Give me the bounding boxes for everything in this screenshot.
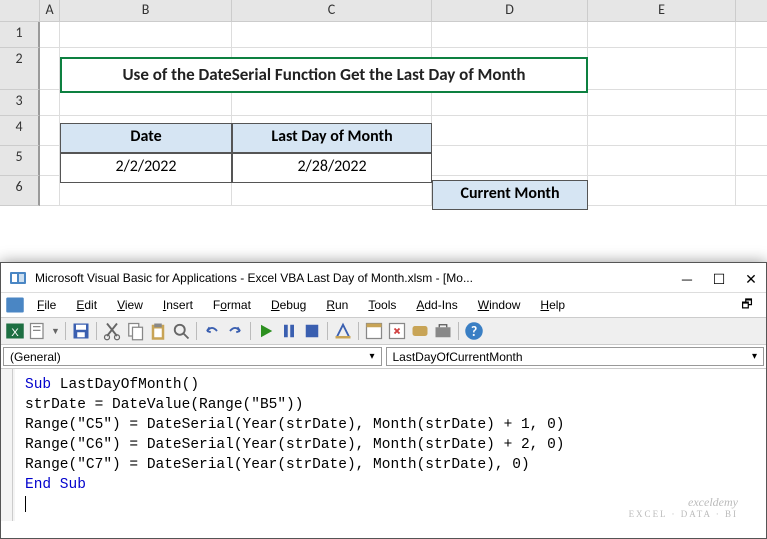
code-line-2: strDate = DateValue(Range("B5")): [25, 397, 303, 413]
header-last-day[interactable]: Last Day of Month: [232, 123, 432, 153]
excel-worksheet: A B C D E 1 2 3 4 5 6 Use of the DateSer…: [0, 0, 767, 262]
menu-debug[interactable]: Debug: [263, 296, 314, 314]
object-dropdown[interactable]: (General) ▾: [3, 347, 382, 366]
procedure-dropdown[interactable]: LastDayOfCurrentMonth ▾: [386, 347, 765, 366]
row-headers: 1 2 3 4 5 6: [0, 22, 40, 206]
menu-format[interactable]: Format: [205, 296, 259, 314]
row-header-5[interactable]: 5: [0, 146, 40, 176]
object-dropdown-value: (General): [10, 350, 61, 364]
col-header-e[interactable]: E: [588, 0, 736, 21]
text-cursor: [25, 496, 26, 512]
view-excel-icon[interactable]: X: [5, 321, 25, 341]
toolbox-icon[interactable]: [433, 321, 453, 341]
col-header-a[interactable]: A: [40, 0, 60, 21]
code-line-3: Range("C5") = DateSerial(Year(strDate), …: [25, 417, 565, 433]
watermark-main: exceldemy: [629, 495, 738, 509]
menu-tools[interactable]: Tools: [360, 296, 404, 314]
close-button[interactable]: ✕: [744, 271, 758, 285]
row-header-4[interactable]: 4: [0, 116, 40, 146]
chevron-down-icon: ▾: [752, 351, 757, 362]
insert-module-icon[interactable]: [28, 321, 48, 341]
column-headers: A B C D E: [0, 0, 767, 22]
svg-text:X: X: [11, 327, 19, 339]
vbe-window: Microsoft Visual Basic for Applications …: [0, 262, 767, 539]
header-current-month[interactable]: Current Month: [432, 180, 588, 210]
project-explorer-icon[interactable]: [364, 321, 384, 341]
cell-last-day-value[interactable]: 2/28/2022: [232, 153, 432, 183]
reset-icon[interactable]: [302, 321, 322, 341]
menu-addins[interactable]: Add-Ins: [408, 296, 465, 314]
help-icon[interactable]: ?: [464, 321, 484, 341]
minimize-button[interactable]: —: [680, 271, 694, 285]
code-line-5: Range("C7") = DateSerial(Year(strDate), …: [25, 457, 530, 473]
col-header-b[interactable]: B: [60, 0, 232, 21]
header-date[interactable]: Date: [60, 123, 232, 153]
row-header-3[interactable]: 3: [0, 90, 40, 116]
menu-view[interactable]: View: [109, 296, 151, 314]
copy-icon[interactable]: [125, 321, 145, 341]
vbe-app-icon: [9, 269, 27, 287]
chevron-down-icon: ▾: [369, 351, 374, 362]
break-icon[interactable]: [279, 321, 299, 341]
cut-icon[interactable]: [102, 321, 122, 341]
menu-file[interactable]: File: [29, 296, 64, 314]
code-line-4: Range("C6") = DateSerial(Year(strDate), …: [25, 437, 565, 453]
paste-icon[interactable]: [148, 321, 168, 341]
run-icon[interactable]: [256, 321, 276, 341]
select-all-corner[interactable]: [0, 0, 40, 21]
row-header-2[interactable]: 2: [0, 48, 40, 90]
procedure-dropdown-value: LastDayOfCurrentMonth: [393, 350, 523, 364]
watermark-sub: EXCEL · DATA · BI: [629, 509, 738, 520]
svg-text:?: ?: [471, 323, 477, 340]
maximize-button[interactable]: ☐: [712, 271, 726, 285]
vbe-menubar: File Edit View Insert Format Debug Run T…: [1, 293, 766, 317]
vbe-titlebar[interactable]: Microsoft Visual Basic for Applications …: [1, 263, 766, 293]
menu-window[interactable]: Window: [470, 296, 529, 314]
child-restore-button[interactable]: 🗗: [732, 295, 762, 316]
keyword-end-sub: End Sub: [25, 477, 86, 493]
menu-help[interactable]: Help: [532, 296, 573, 314]
dropdown-arrow-icon[interactable]: ▼: [51, 326, 60, 337]
menu-insert[interactable]: Insert: [155, 296, 201, 314]
object-browser-icon[interactable]: [410, 321, 430, 341]
properties-icon[interactable]: [387, 321, 407, 341]
redo-icon[interactable]: [225, 321, 245, 341]
col-header-c[interactable]: C: [232, 0, 432, 21]
find-icon[interactable]: [171, 321, 191, 341]
save-icon[interactable]: [71, 321, 91, 341]
vbe-toolbar: X ▼ ?: [1, 317, 766, 345]
code-line-1: LastDayOfMonth(): [51, 377, 199, 393]
undo-icon[interactable]: [202, 321, 222, 341]
vbe-object-proc-bar: (General) ▾ LastDayOfCurrentMonth ▾: [1, 345, 766, 369]
design-mode-icon[interactable]: [333, 321, 353, 341]
cell-date-value[interactable]: 2/2/2022: [60, 153, 232, 183]
merged-title-cell[interactable]: Use of the DateSerial Function Get the L…: [60, 57, 588, 93]
vbe-corner-icon[interactable]: [5, 295, 25, 315]
col-header-d[interactable]: D: [432, 0, 588, 21]
menu-run[interactable]: Run: [318, 296, 356, 314]
vbe-title-text: Microsoft Visual Basic for Applications …: [35, 271, 680, 285]
row-header-6[interactable]: 6: [0, 176, 40, 206]
menu-edit[interactable]: Edit: [68, 296, 105, 314]
keyword-sub: Sub: [25, 377, 51, 393]
watermark: exceldemy EXCEL · DATA · BI: [629, 495, 738, 520]
row-header-1[interactable]: 1: [0, 22, 40, 48]
